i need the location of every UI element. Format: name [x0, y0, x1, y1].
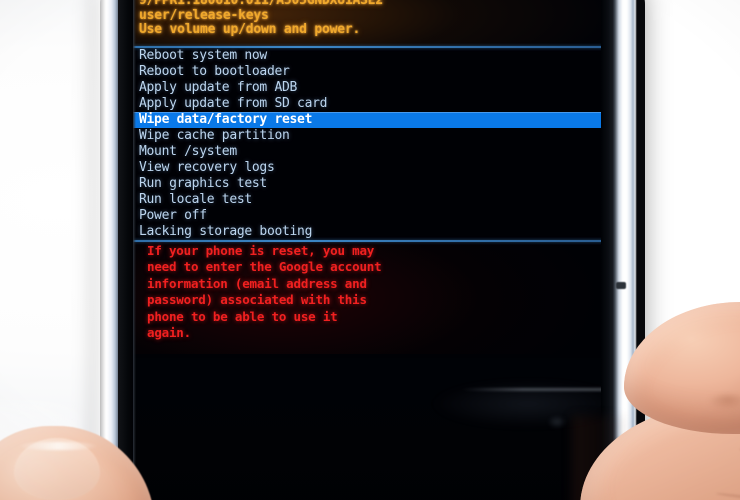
warning-line-3: information (email address and [147, 275, 367, 291]
warning-line-2: need to enter the Google account [147, 259, 382, 275]
menu-item-reboot-to-bootloader[interactable]: Reboot to bootloader [133, 64, 603, 80]
screen-reflection-streak [461, 388, 603, 391]
menu-item-lacking-storage-booting[interactable]: Lacking storage booting [133, 224, 603, 240]
warning-line-6: again. [147, 325, 191, 341]
phone-left-bezel [118, 0, 134, 500]
screen-inner-edge [133, 0, 136, 500]
separator-bottom [133, 240, 603, 242]
menu-item-run-locale-test[interactable]: Run locale test [133, 192, 603, 208]
screen-empty-area [133, 358, 603, 500]
screen-reflection-dot [548, 416, 566, 428]
menu-item-view-recovery-logs[interactable]: View recovery logs [133, 160, 603, 176]
menu-item-power-off[interactable]: Power off [133, 208, 603, 224]
menu-item-reboot-system-now[interactable]: Reboot system now [133, 48, 603, 64]
header-line-instruction: Use volume up/down and power. [139, 22, 361, 38]
menu-item-mount-system[interactable]: Mount /system [133, 144, 603, 160]
phone-right-rail [612, 0, 636, 500]
phone-right-rail-mark [616, 282, 626, 289]
warning-line-5: phone to be able to use it [147, 308, 338, 324]
reset-warning-text: If your phone is reset, you may need to … [133, 243, 603, 341]
menu-item-apply-update-from-adb[interactable]: Apply update from ADB [133, 80, 603, 96]
phone-right-rail-mark-lower [622, 455, 629, 464]
menu-item-apply-update-from-sd-card[interactable]: Apply update from SD card [133, 96, 603, 112]
left-hand-highlight [0, 400, 80, 500]
screenshot-stage: Android Recovery samsung/a50xtc/a50 9/PP… [0, 0, 740, 500]
android-recovery-screen[interactable]: Android Recovery samsung/a50xtc/a50 9/PP… [133, 0, 603, 500]
recovery-header: Android Recovery samsung/a50xtc/a50 9/PP… [133, 0, 603, 46]
menu-item-wipe-data-factory-reset[interactable]: Wipe data/factory reset [133, 112, 603, 128]
warning-line-4: password) associated with this [147, 292, 367, 308]
menu-item-run-graphics-test[interactable]: Run graphics test [133, 176, 603, 192]
menu-item-wipe-cache-partition[interactable]: Wipe cache partition [133, 128, 603, 144]
warning-line-1: If your phone is reset, you may [147, 243, 375, 258]
recovery-menu[interactable]: Reboot system now Reboot to bootloader A… [133, 48, 603, 240]
